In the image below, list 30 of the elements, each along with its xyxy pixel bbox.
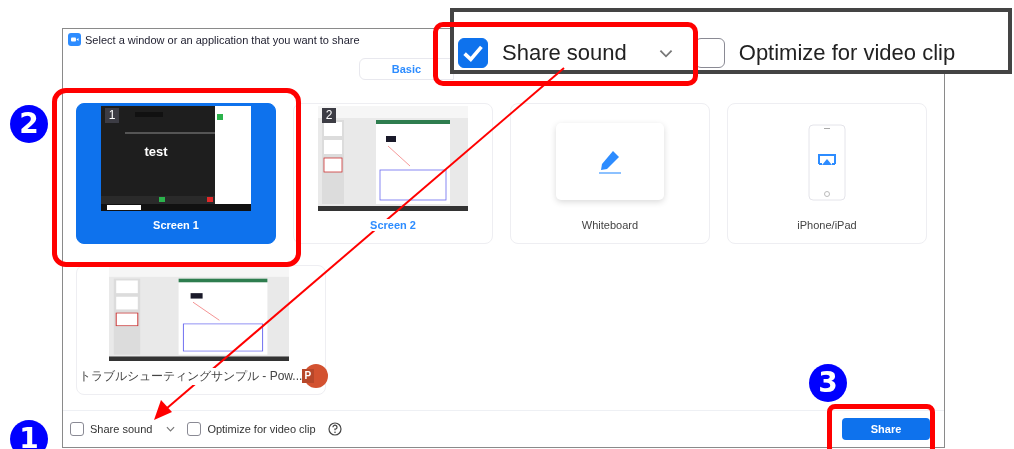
checkbox-label: Optimize for video clip	[738, 40, 956, 66]
whiteboard-card[interactable]: Whiteboard	[510, 103, 710, 244]
window-title: Select a window or an application that you want to share	[85, 33, 360, 46]
step-badge: 2	[10, 105, 48, 143]
presentation-app-icon: P	[304, 364, 329, 388]
checkbox[interactable]	[458, 38, 488, 68]
phone-airplay-icon	[808, 124, 846, 201]
checkbox[interactable]	[187, 422, 202, 436]
step-badge: 1	[10, 420, 48, 449]
checkbox-label: Optimize for video clip	[207, 423, 316, 435]
source-label: Whiteboard	[579, 219, 641, 231]
screen-number: 1	[105, 108, 119, 123]
chevron-down-icon[interactable]	[658, 48, 673, 58]
pen-icon	[598, 148, 622, 175]
checkbox-label: Share sound	[90, 423, 153, 435]
help-icon[interactable]	[327, 422, 342, 436]
window-card[interactable]: トラブルシューティングサンプル - Pow... P	[76, 265, 326, 395]
screen-number: 2	[322, 108, 336, 123]
camera-app-icon	[68, 33, 81, 46]
chevron-down-icon[interactable]	[166, 426, 176, 432]
source-label: Screen 1	[151, 219, 201, 231]
phone-card[interactable]: iPhone/iPad	[727, 103, 927, 244]
checkbox-label: Share sound	[502, 40, 627, 66]
screen-card[interactable]: 1 test Screen 1	[76, 103, 276, 244]
preview-text: test	[143, 144, 169, 159]
screen-card[interactable]: 2 Screen 2	[293, 103, 493, 244]
source-label: iPhone/iPad	[795, 219, 859, 231]
checkbox[interactable]	[70, 422, 84, 436]
source-label: Screen 2	[368, 219, 418, 231]
share-button[interactable]: Share	[842, 418, 930, 440]
